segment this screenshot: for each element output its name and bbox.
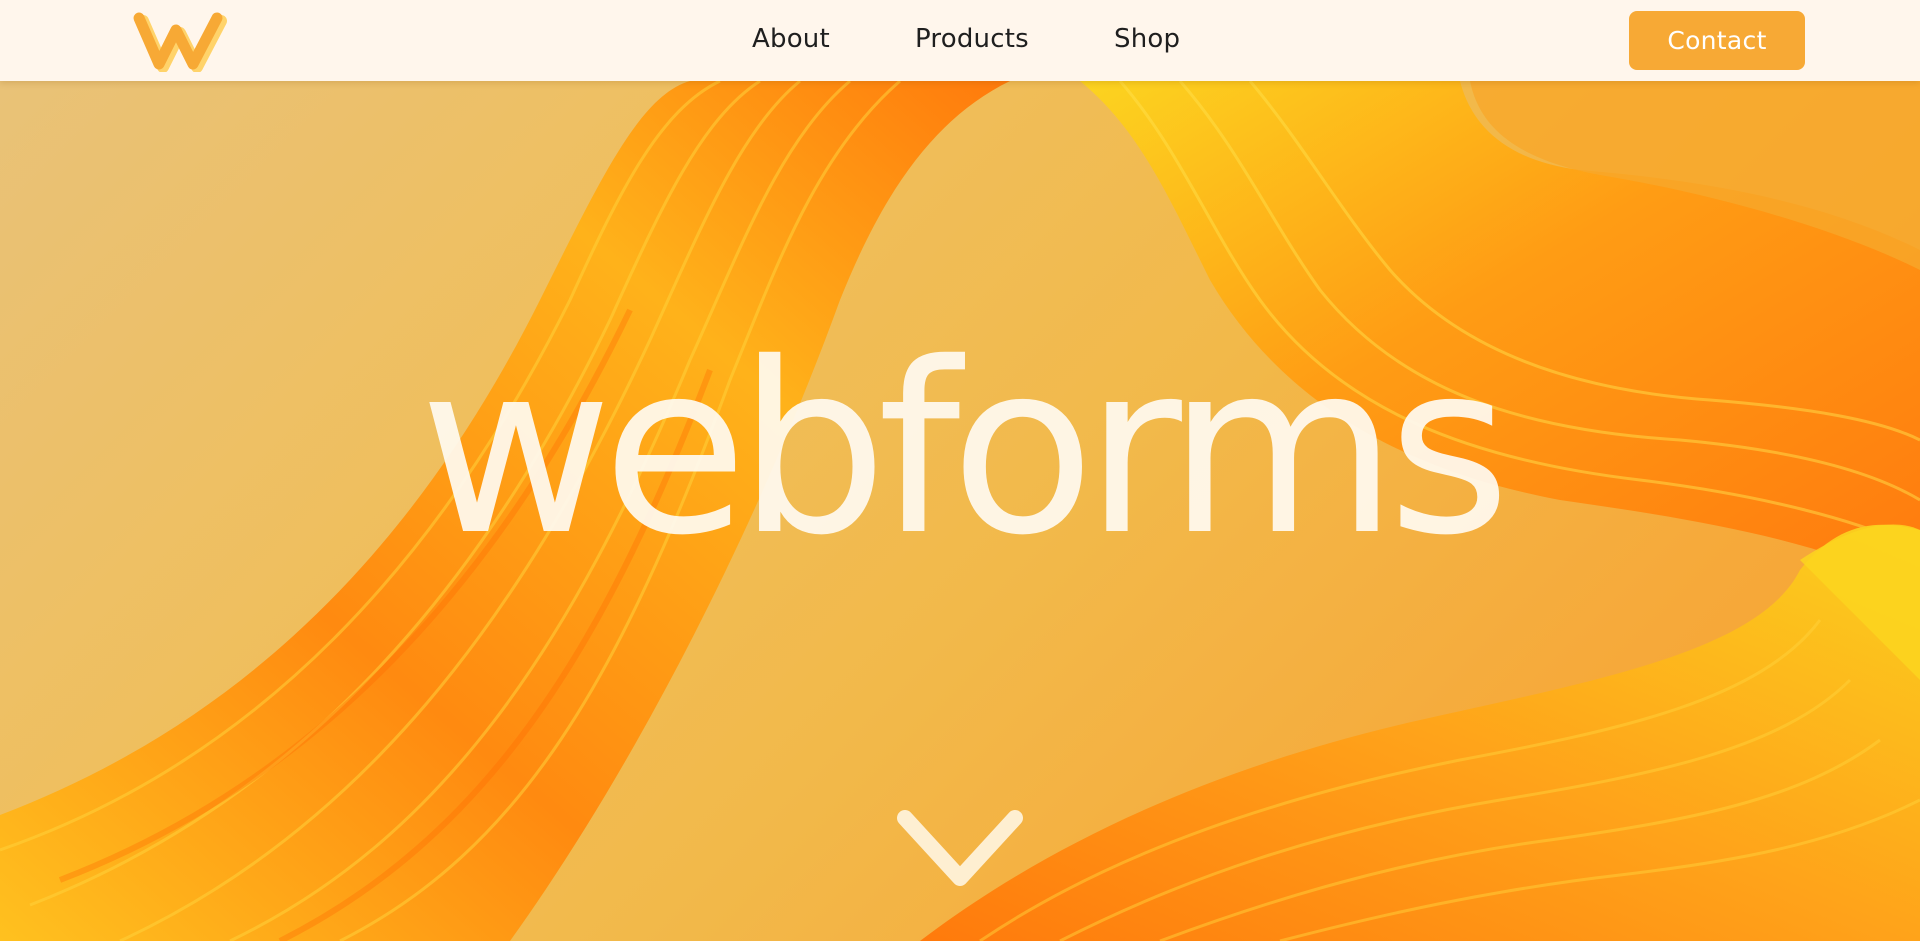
nav-shop-link[interactable]: Shop — [1114, 24, 1180, 54]
hero-title: webforms — [419, 312, 1510, 587]
nav-products-link[interactable]: Products — [915, 24, 1029, 54]
site-header: About Products Shop Contact — [0, 0, 1920, 81]
chevron-down-icon[interactable] — [890, 806, 1030, 896]
nav-about-link[interactable]: About — [752, 24, 830, 54]
contact-button[interactable]: Contact — [1629, 11, 1805, 70]
landing-page: About Products Shop Contact webforms — [0, 0, 1920, 941]
